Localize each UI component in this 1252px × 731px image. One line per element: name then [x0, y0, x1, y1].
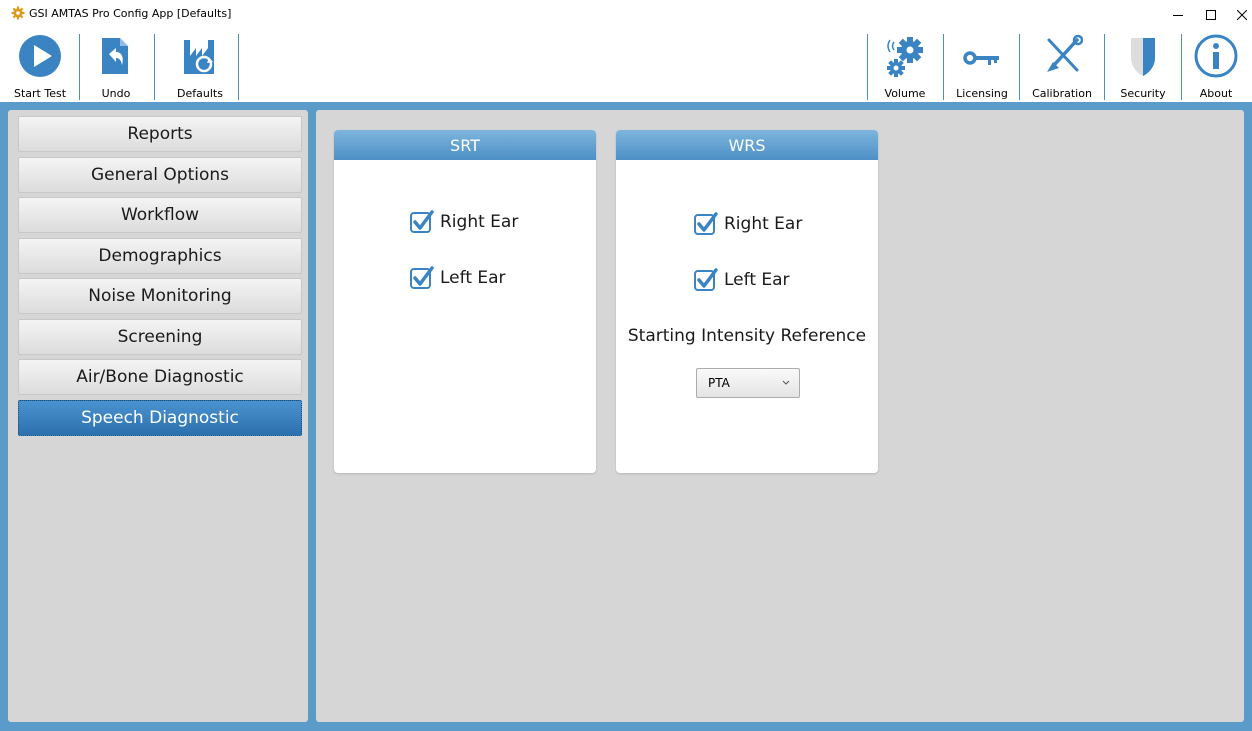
start-test-label: Start Test: [13, 87, 67, 100]
title-bar: GSI AMTAS Pro Config App [Defaults]: [0, 0, 1252, 30]
key-icon: [963, 51, 999, 65]
start-test-button[interactable]: Start Test: [8, 30, 72, 102]
starting-intensity-label: Starting Intensity Reference: [627, 326, 867, 346]
checkbox-checked-icon: [410, 266, 434, 289]
sidebar-item-workflow[interactable]: Workflow: [18, 197, 302, 233]
sidebar-item-noise-monitoring[interactable]: Noise Monitoring: [18, 278, 302, 314]
wrs-left-ear-checkbox[interactable]: Left Ear: [694, 268, 790, 292]
toolbar-separator: [943, 34, 944, 100]
body-frame: Reports General Options Workflow Demogra…: [0, 102, 1252, 731]
defaults-button[interactable]: Defaults: [164, 30, 236, 102]
starting-intensity-select[interactable]: PTA: [696, 368, 800, 398]
toolbar-separator: [154, 34, 155, 100]
checkbox-checked-icon: [694, 212, 718, 235]
security-label: Security: [1120, 87, 1166, 100]
app-window: GSI AMTAS Pro Config App [Defaults] Star…: [0, 0, 1252, 731]
wrs-left-ear-label: Left Ear: [724, 270, 790, 290]
toolbar-separator: [1104, 34, 1105, 100]
srt-card: SRT Right Ear Left Ear: [334, 130, 596, 473]
sidebar-item-screening[interactable]: Screening: [18, 319, 302, 355]
toolbar-separator: [1181, 34, 1182, 100]
close-button[interactable]: [1223, 0, 1252, 30]
starting-intensity-value: PTA: [708, 376, 730, 390]
calibration-button[interactable]: Calibration: [1024, 30, 1100, 102]
security-button[interactable]: Security: [1110, 30, 1176, 102]
undo-button[interactable]: Undo: [90, 30, 142, 102]
sidebar-item-air-bone-diagnostic[interactable]: Air/Bone Diagnostic: [18, 359, 302, 395]
toolbar-separator: [238, 34, 239, 100]
maximize-icon: [1206, 10, 1216, 20]
close-icon: [1237, 10, 1247, 20]
about-label: About: [1199, 87, 1233, 100]
toolbar: Start Test Undo Defaults Volume Licensin…: [0, 30, 1252, 102]
sidebar-item-speech-diagnostic[interactable]: Speech Diagnostic: [18, 400, 302, 436]
about-button[interactable]: About: [1186, 30, 1246, 102]
sidebar-item-reports[interactable]: Reports: [18, 116, 302, 152]
minimize-icon: [1173, 15, 1183, 16]
toolbar-separator: [867, 34, 868, 100]
checkbox-checked-icon: [694, 268, 718, 291]
window-title: GSI AMTAS Pro Config App [Defaults]: [29, 7, 232, 20]
tools-icon: [1047, 34, 1083, 72]
defaults-icon: [184, 40, 214, 74]
srt-right-ear-checkbox[interactable]: Right Ear: [410, 210, 518, 234]
licensing-label: Licensing: [956, 87, 1008, 100]
calibration-label: Calibration: [1032, 87, 1092, 100]
play-icon: [19, 35, 61, 77]
sidebar-item-demographics[interactable]: Demographics: [18, 238, 302, 274]
wrs-right-ear-checkbox[interactable]: Right Ear: [694, 212, 802, 236]
wrs-right-ear-label: Right Ear: [724, 214, 803, 234]
info-icon: [1194, 34, 1238, 78]
main-content: SRT Right Ear Left Ear WRS Right Ear Lef…: [316, 110, 1244, 722]
srt-right-ear-label: Right Ear: [440, 212, 519, 232]
toolbar-separator: [79, 34, 80, 100]
srt-header: SRT: [334, 130, 596, 160]
srt-left-ear-checkbox[interactable]: Left Ear: [410, 266, 506, 290]
wrs-card: WRS Right Ear Left Ear Starting Intensit: [616, 130, 878, 473]
sidebar-item-general-options[interactable]: General Options: [18, 157, 302, 193]
chevron-down-icon: [782, 380, 790, 385]
undo-icon: [102, 38, 128, 74]
sidebar: Reports General Options Workflow Demogra…: [8, 110, 308, 722]
volume-gear-icon: [887, 37, 923, 77]
licensing-button[interactable]: Licensing: [949, 30, 1015, 102]
checkbox-checked-icon: [410, 210, 434, 233]
shield-icon: [1131, 38, 1155, 76]
undo-label: Undo: [101, 87, 131, 100]
defaults-label: Defaults: [177, 87, 223, 100]
toolbar-separator: [1019, 34, 1020, 100]
srt-left-ear-label: Left Ear: [440, 268, 506, 288]
app-gear-icon: [11, 6, 25, 20]
volume-button[interactable]: Volume: [872, 30, 938, 102]
wrs-header: WRS: [616, 130, 878, 160]
volume-label: Volume: [884, 87, 926, 100]
